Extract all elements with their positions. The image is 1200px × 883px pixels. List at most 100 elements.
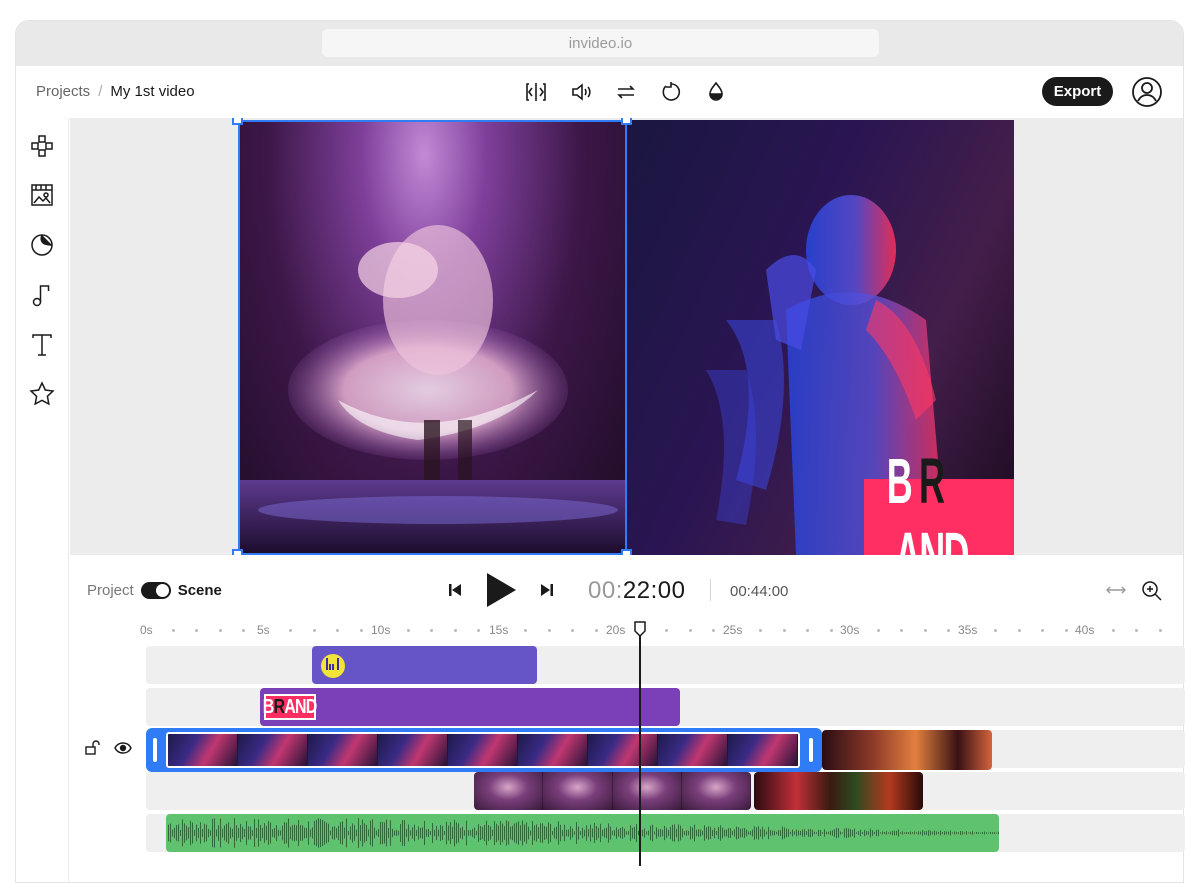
waveform-bar: [480, 826, 481, 840]
color-drop-icon[interactable]: [703, 79, 729, 105]
brand-logo-overlay[interactable]: B RAND: [864, 445, 1014, 555]
waveform-bar: [836, 827, 837, 839]
waveform-bar: [854, 828, 855, 838]
waveform-bar: [194, 830, 195, 836]
sticker-icon[interactable]: [28, 231, 56, 259]
layout-icon[interactable]: [28, 132, 56, 160]
waveform-bar: [630, 825, 631, 841]
waveform-bar: [558, 821, 559, 845]
waveform-bar: [966, 831, 967, 835]
eye-icon[interactable]: [114, 740, 132, 761]
waveform-bar: [988, 832, 989, 834]
playhead-handle[interactable]: [634, 621, 646, 638]
waveform-bar: [354, 825, 355, 841]
waveform-bar: [828, 831, 829, 835]
project-label: Project: [87, 582, 134, 599]
rotate-icon[interactable]: [658, 79, 684, 105]
url-bar[interactable]: invideo.io: [322, 29, 879, 57]
waveform-bar: [388, 828, 389, 838]
clip-trim-handle-left[interactable]: [153, 738, 157, 762]
ruler-tick: [571, 629, 574, 632]
waveform-bar: [380, 821, 381, 845]
video-clip-dancer[interactable]: [474, 772, 751, 810]
waveform-bar: [902, 831, 903, 835]
breadcrumb-projects[interactable]: Projects: [36, 83, 90, 100]
waveform-bar: [340, 822, 341, 844]
waveform-bar: [568, 829, 569, 837]
waveform-bar: [290, 826, 291, 840]
waveform-bar: [534, 825, 535, 841]
audio-clip[interactable]: [166, 814, 999, 852]
waveform-bar: [908, 832, 909, 834]
swap-icon[interactable]: [613, 79, 639, 105]
waveform-bar: [178, 824, 179, 842]
resize-handle-top-right[interactable]: [621, 118, 632, 125]
video-clip-stage[interactable]: [754, 772, 923, 810]
selected-video-clip[interactable]: [146, 728, 822, 772]
waveform-bar: [580, 831, 581, 835]
clip-trim-handle-right[interactable]: [809, 738, 813, 762]
waveform-bar: [698, 829, 699, 837]
waveform-bar: [536, 824, 537, 842]
waveform-bar: [572, 828, 573, 838]
preview-canvas: B RAND: [70, 118, 1183, 555]
star-icon[interactable]: [28, 380, 56, 408]
waveform-bar: [796, 829, 797, 837]
user-avatar-icon[interactable]: [1131, 76, 1163, 108]
waveform-bar: [234, 818, 235, 848]
waveform-bar: [682, 828, 683, 838]
waveform-bar: [556, 826, 557, 840]
fit-width-icon[interactable]: [1105, 580, 1127, 607]
waveform-bar: [722, 827, 723, 839]
waveform-bar: [896, 830, 897, 836]
waveform-bar: [994, 831, 995, 835]
waveform-bar: [984, 831, 985, 835]
sticker-clip[interactable]: [312, 646, 537, 684]
brand-clip[interactable]: BRAND: [260, 688, 680, 726]
timeline-ruler[interactable]: 0s 5s 10s 15s 20s 25s 30s 35s 40s: [70, 617, 1183, 639]
time-divider: [710, 579, 711, 601]
waveform-bar: [364, 823, 365, 843]
export-button[interactable]: Export: [1042, 77, 1113, 106]
skip-back-icon[interactable]: [446, 581, 464, 604]
waveform-bar: [304, 827, 305, 839]
mode-toggle-switch[interactable]: [140, 582, 171, 599]
media-icon[interactable]: [28, 181, 56, 209]
waveform-bar: [664, 825, 665, 841]
waveform-bar: [524, 824, 525, 842]
ruler-label: 20s: [606, 623, 626, 637]
split-icon[interactable]: [523, 79, 549, 105]
volume-icon[interactable]: [568, 79, 594, 105]
waveform-bar: [670, 826, 671, 840]
waveform-bar: [884, 831, 885, 835]
ruler-tick: [336, 629, 339, 632]
waveform-bar: [680, 825, 681, 841]
waveform-bar: [410, 830, 411, 836]
text-icon[interactable]: [28, 331, 56, 359]
resize-handle-top-left[interactable]: [232, 118, 243, 125]
waveform-bar: [976, 832, 977, 834]
track-lane-sticker[interactable]: [146, 646, 1185, 684]
waveform-bar: [398, 830, 399, 836]
video-clip-sunset[interactable]: [822, 730, 992, 770]
waveform-bar: [214, 818, 215, 848]
waveform-bar: [758, 826, 759, 840]
waveform-bar: [496, 823, 497, 843]
waveform-bar: [750, 831, 751, 835]
music-icon[interactable]: [28, 281, 56, 309]
waveform-bar: [714, 827, 715, 839]
play-icon[interactable]: [484, 571, 518, 614]
waveform-bar: [622, 827, 623, 839]
zoom-in-icon[interactable]: [1141, 580, 1163, 607]
waveform-bar: [550, 823, 551, 843]
waveform-bar: [458, 823, 459, 843]
waveform-bar: [844, 828, 845, 838]
ruler-label: 30s: [840, 623, 860, 637]
unlock-icon[interactable]: [84, 740, 100, 761]
skip-forward-icon[interactable]: [538, 581, 556, 604]
ruler-tick: [876, 629, 880, 632]
waveform-bar: [814, 831, 815, 835]
waveform-bar: [842, 832, 843, 834]
waveform-bar: [348, 830, 349, 836]
waveform-bar: [518, 821, 519, 845]
